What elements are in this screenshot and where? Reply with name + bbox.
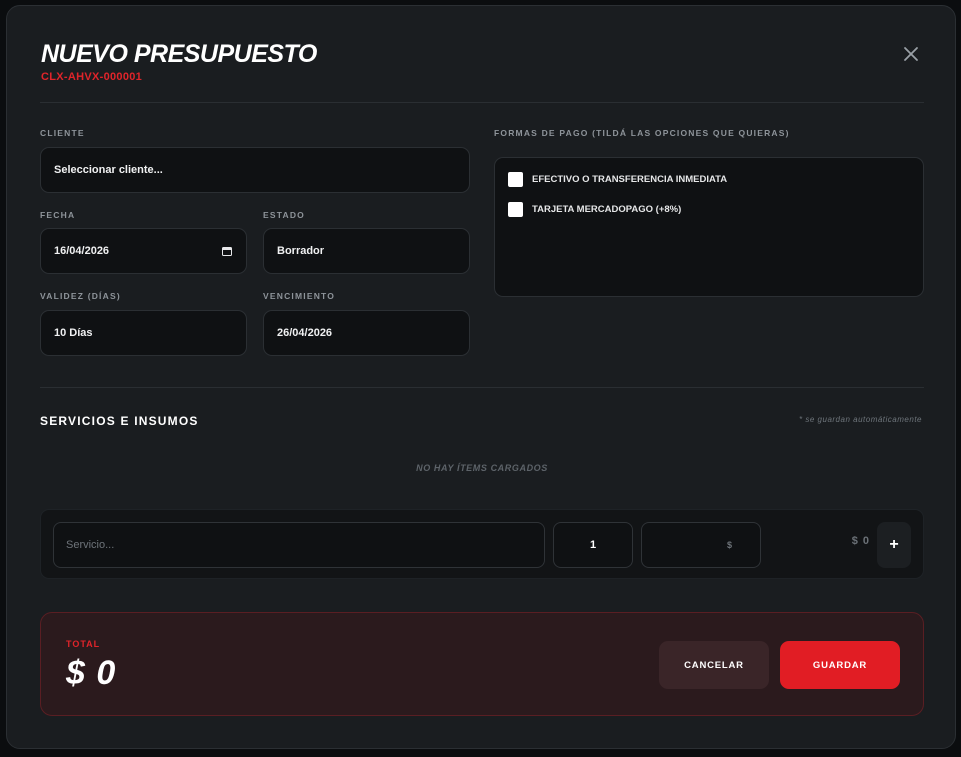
status-value: Borrador <box>277 245 325 257</box>
services-title: SERVICIOS E INSUMOS <box>40 414 199 428</box>
status-select[interactable]: Borrador <box>263 228 470 274</box>
payment-option-label: TARJETA MERCADOPAGO (+8%) <box>532 204 682 215</box>
quantity-input[interactable]: 1 <box>553 522 633 568</box>
save-button[interactable]: GUARDAR <box>780 641 900 689</box>
cancel-button[interactable]: CANCELAR <box>659 641 769 689</box>
date-label: FECHA <box>40 210 76 220</box>
payment-option-label: EFECTIVO O TRANSFERENCIA INMEDIATA <box>532 174 728 185</box>
status-label: ESTADO <box>263 210 305 220</box>
close-icon[interactable] <box>900 43 922 65</box>
calendar-icon[interactable] <box>222 246 232 256</box>
client-label: CLIENTE <box>40 128 85 138</box>
payment-label: FORMAS DE PAGO (TILDÁ LAS OPCIONES QUE Q… <box>494 128 790 138</box>
date-input[interactable]: 16/04/2026 <box>40 228 247 274</box>
validity-value: 10 Días <box>54 327 93 339</box>
autosave-note: * se guardan automáticamente <box>799 415 922 424</box>
row-total: $ 0 <box>851 535 870 547</box>
header-divider <box>40 102 924 103</box>
validity-input[interactable]: 10 Días <box>40 310 247 356</box>
price-input[interactable]: $ <box>641 522 761 568</box>
payment-checkbox-card[interactable] <box>508 202 523 217</box>
date-value: 16/04/2026 <box>54 245 110 257</box>
payment-checkbox-cash[interactable] <box>508 172 523 187</box>
modal-title: NUEVO PRESUPUESTO <box>41 40 317 68</box>
service-placeholder: Servicio... <box>66 539 115 551</box>
new-budget-modal: NUEVO PRESUPUESTO CLX-AHVX-000001 CLIENT… <box>6 5 956 749</box>
payment-options-box: EFECTIVO O TRANSFERENCIA INMEDIATA TARJE… <box>494 157 924 297</box>
total-footer: TOTAL $ 0 CANCELAR GUARDAR <box>40 612 924 716</box>
expiry-label: VENCIMIENTO <box>263 291 336 301</box>
validity-label: VALIDEZ (DÍAS) <box>40 291 121 301</box>
payment-option-card[interactable]: TARJETA MERCADOPAGO (+8%) <box>508 202 681 217</box>
add-item-button[interactable]: + <box>877 522 911 568</box>
empty-items-note: NO HAY ÍTEMS CARGADOS <box>416 463 548 473</box>
section-divider <box>40 387 924 388</box>
new-item-row: Servicio... 1 $ $ 0 + <box>40 509 924 579</box>
total-value: $ 0 <box>66 654 117 692</box>
client-select[interactable]: Seleccionar cliente... <box>40 147 470 193</box>
total-label: TOTAL <box>66 639 101 649</box>
expiry-value: 26/04/2026 <box>277 327 333 339</box>
quantity-value: 1 <box>589 539 597 551</box>
payment-option-cash[interactable]: EFECTIVO O TRANSFERENCIA INMEDIATA <box>508 172 727 187</box>
client-select-value: Seleccionar cliente... <box>54 164 163 176</box>
service-input[interactable]: Servicio... <box>53 522 545 568</box>
price-placeholder: $ <box>726 540 732 550</box>
plus-icon: + <box>889 536 899 553</box>
budget-code: CLX-AHVX-000001 <box>41 71 143 83</box>
expiry-input[interactable]: 26/04/2026 <box>263 310 470 356</box>
